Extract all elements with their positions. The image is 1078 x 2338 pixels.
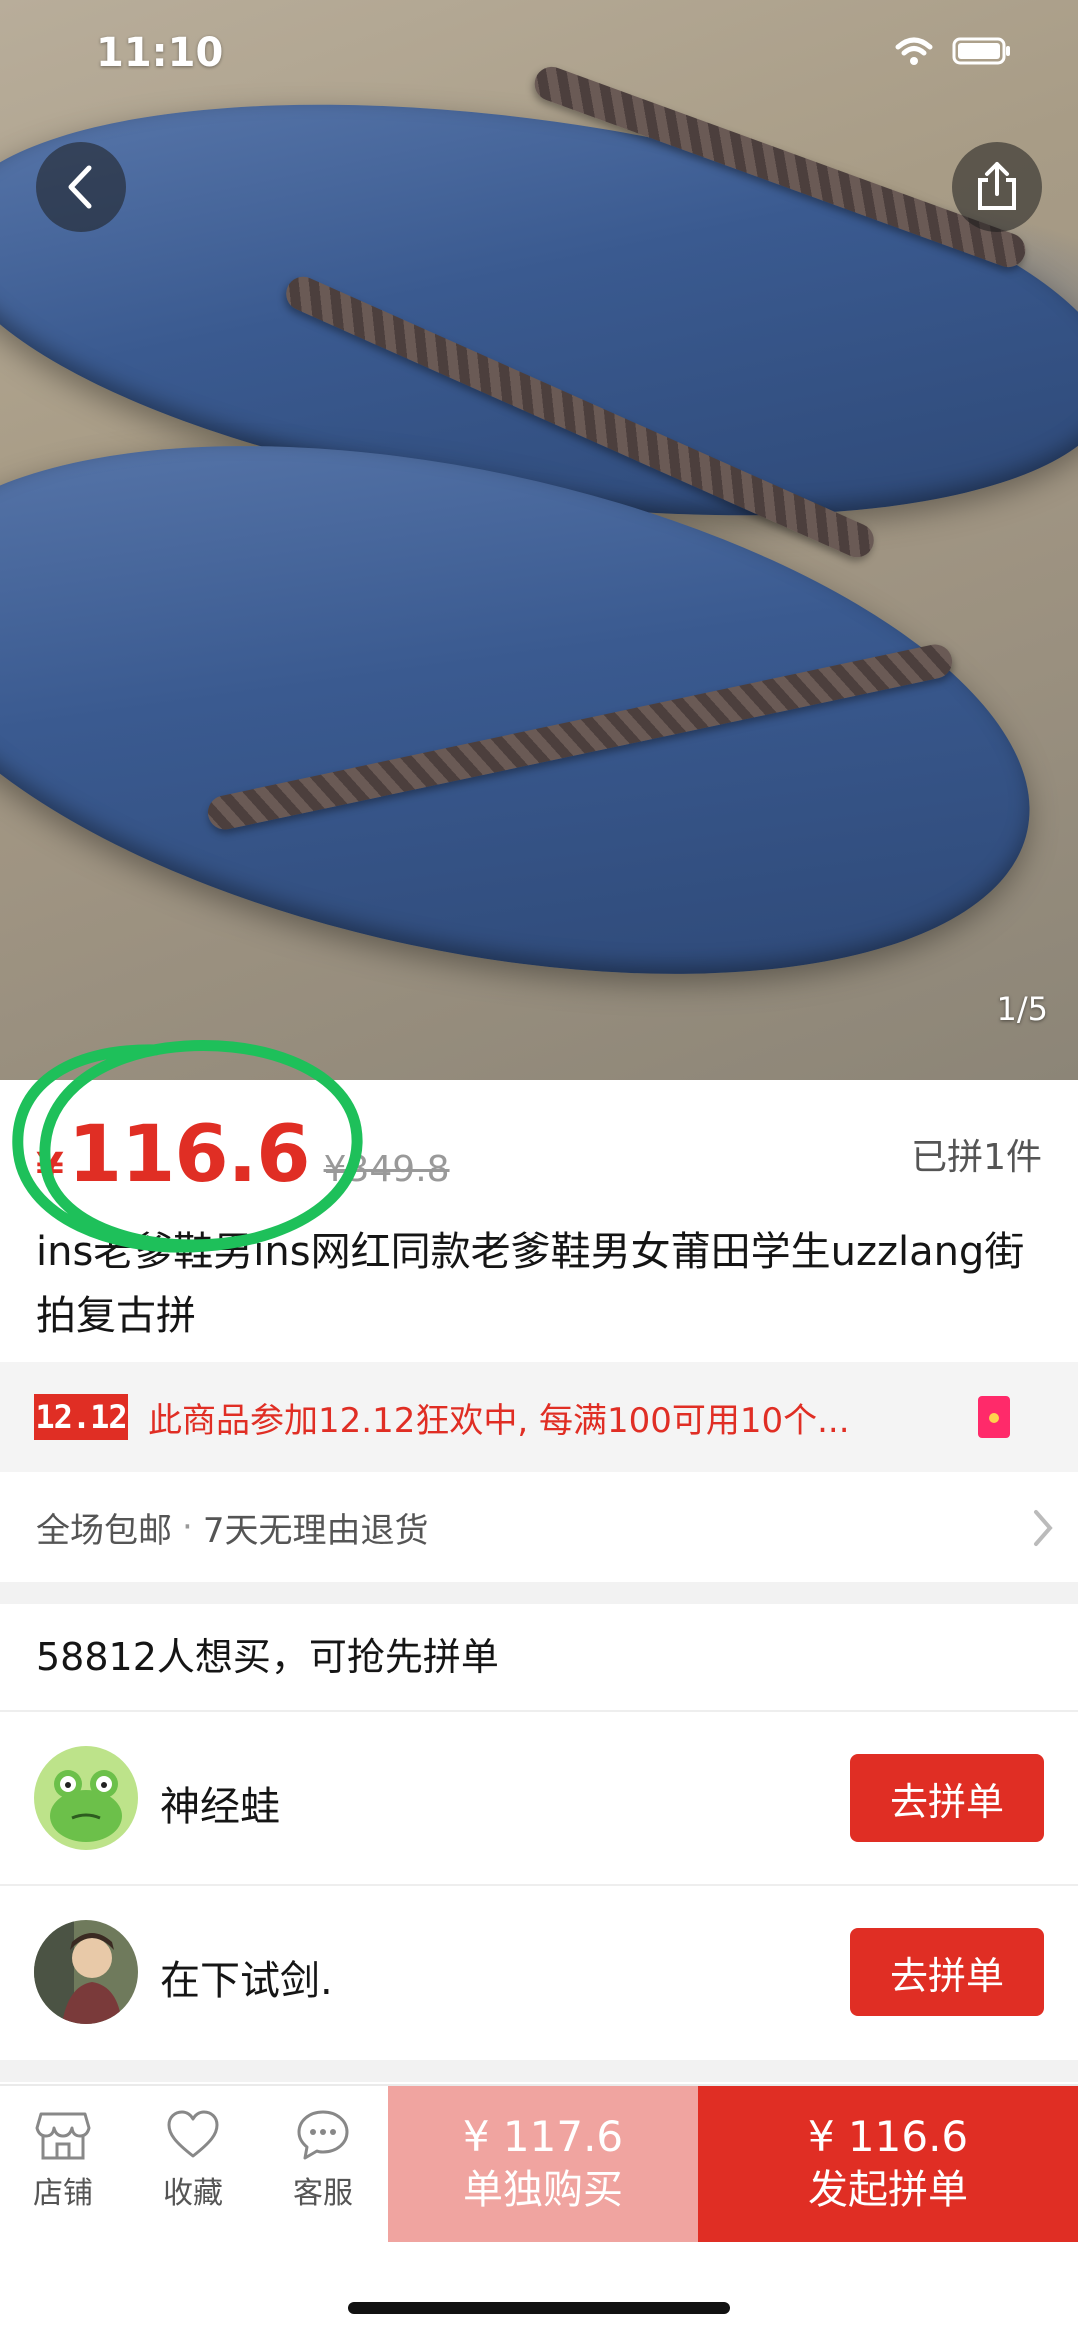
- buy-alone-price: ¥ 117.6: [462, 2112, 624, 2161]
- heart-icon: [167, 2110, 219, 2158]
- share-button[interactable]: [952, 142, 1042, 232]
- promo-text: 此商品参加12.12狂欢中, 每满100可用10个...: [148, 1400, 850, 1441]
- back-button[interactable]: [36, 142, 126, 232]
- group-buy-price: ¥ 116.6: [807, 2112, 969, 2161]
- separator-dot: ·: [182, 1507, 193, 1547]
- status-icons: [894, 36, 1012, 66]
- image-counter: 1/5: [996, 990, 1049, 1028]
- start-group-buy-button[interactable]: ¥ 116.6 发起拼单: [698, 2086, 1078, 2242]
- current-price: 116.6: [67, 1110, 311, 1200]
- share-icon: [978, 162, 1016, 210]
- status-time: 11:10: [96, 30, 224, 76]
- bottom-action-bar: 店铺 收藏 客服 ¥ 117.6 单独购买 ¥ 116.6 发起拼单: [0, 2084, 1078, 2242]
- want-to-buy-text: 58812人想买，可抢先拼单: [36, 1635, 499, 1679]
- group-buyer-name: 在下试剑.: [160, 1958, 333, 2004]
- chat-bubble-icon: [297, 2110, 349, 2160]
- currency-symbol: ¥: [36, 1145, 64, 1191]
- customer-service-label: 客服: [293, 2176, 353, 2211]
- original-price: ¥349.8: [323, 1149, 450, 1190]
- group-buyer-name: 神经蛙: [160, 1784, 280, 1830]
- join-group-button[interactable]: 去拼单: [850, 1754, 1044, 1842]
- store-label: 店铺: [33, 2176, 93, 2211]
- customer-service-tab[interactable]: 客服: [268, 2108, 378, 2212]
- join-group-button[interactable]: 去拼单: [850, 1928, 1044, 2016]
- avatar: [34, 1920, 138, 2024]
- chevron-left-icon: [68, 165, 92, 209]
- store-tab[interactable]: 店铺: [8, 2108, 118, 2212]
- store-icon: [35, 2112, 91, 2160]
- group-buy-row: 神经蛙 去拼单: [0, 1712, 1078, 1884]
- buy-alone-label: 单独购买: [463, 2167, 623, 2213]
- sold-count: 已拼1件: [911, 1137, 1042, 1178]
- wifi-icon: [895, 37, 933, 65]
- promo-banner[interactable]: 12.12 此商品参加12.12狂欢中, 每满100可用10个...: [0, 1362, 1078, 1472]
- section-gap: [0, 2060, 1078, 2082]
- buy-alone-button[interactable]: ¥ 117.6 单独购买: [388, 2086, 698, 2242]
- chevron-right-icon: [1034, 1510, 1053, 1546]
- group-buy-row: 在下试剑. 去拼单: [0, 1886, 1078, 2058]
- home-indicator[interactable]: [348, 2302, 730, 2314]
- service-row[interactable]: 全场包邮 · 7天无理由退货: [0, 1472, 1078, 1582]
- favorite-label: 收藏: [163, 2176, 223, 2211]
- red-envelope-icon: [978, 1396, 1010, 1438]
- product-title: ins老爹鞋男ins网红同款老爹鞋男女莆田学生uzzlang街拍复古拼: [36, 1229, 1025, 1339]
- frog-avatar-icon: [34, 1746, 138, 1850]
- section-gap: [0, 1582, 1078, 1604]
- person-avatar-icon: [34, 1920, 138, 2024]
- favorite-tab[interactable]: 收藏: [138, 2108, 248, 2212]
- promo-badge: 12.12: [34, 1394, 128, 1440]
- free-shipping-label: 全场包邮: [36, 1510, 172, 1551]
- avatar: [34, 1746, 138, 1850]
- group-buy-label: 发起拼单: [808, 2167, 968, 2213]
- price-row: ¥ 116.6 ¥349.8: [36, 1110, 450, 1200]
- return-policy-label: 7天无理由退货: [202, 1510, 429, 1551]
- battery-icon: [952, 37, 1010, 65]
- product-image[interactable]: [0, 0, 1078, 1080]
